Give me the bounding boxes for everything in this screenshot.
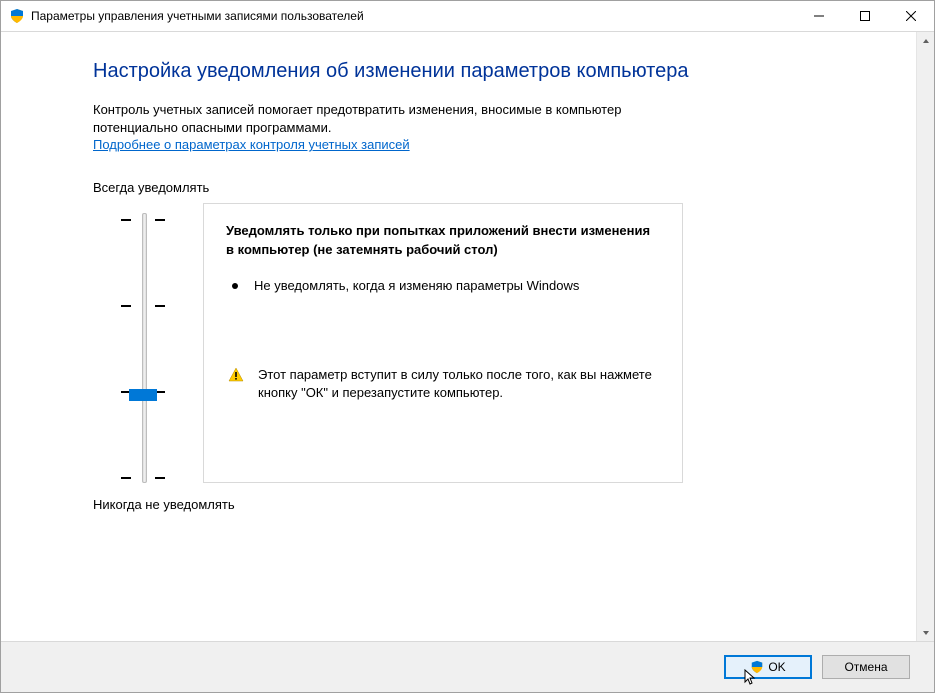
slider-thumb[interactable] <box>129 389 157 401</box>
cancel-button[interactable]: Отмена <box>822 655 910 679</box>
close-button[interactable] <box>888 1 934 31</box>
scroll-down-arrow[interactable] <box>917 624 934 641</box>
intro-text-line1: Контроль учетных записей помогает предот… <box>93 101 876 119</box>
vertical-scrollbar[interactable] <box>916 32 934 641</box>
ok-button-label: OK <box>768 660 785 674</box>
uac-shield-icon <box>9 8 25 24</box>
uac-settings-window: Параметры управления учетными записями п… <box>0 0 935 693</box>
titlebar: Параметры управления учетными записями п… <box>1 1 934 32</box>
scroll-up-arrow[interactable] <box>917 32 934 49</box>
learn-more-link[interactable]: Подробнее о параметрах контроля учетных … <box>93 137 410 152</box>
slider-label-never: Никогда не уведомлять <box>93 497 876 512</box>
maximize-button[interactable] <box>842 1 888 31</box>
level-title: Уведомлять только при попытках приложени… <box>226 222 654 258</box>
cancel-button-label: Отмена <box>844 660 887 674</box>
level-description-panel: Уведомлять только при попытках приложени… <box>203 203 683 483</box>
intro-text-line2: потенциально опасными программами. <box>93 119 876 137</box>
window-title: Параметры управления учетными записями п… <box>31 9 796 23</box>
slider-label-always: Всегда уведомлять <box>93 180 876 195</box>
notification-level-slider[interactable] <box>113 213 173 483</box>
level-bullet-text: Не уведомлять, когда я изменяю параметры… <box>254 277 579 296</box>
uac-shield-icon <box>750 660 764 674</box>
minimize-button[interactable] <box>796 1 842 31</box>
ok-button[interactable]: OK <box>724 655 812 679</box>
dialog-footer: OK Отмена <box>1 641 934 692</box>
page-heading: Настройка уведомления об изменении парам… <box>93 60 876 83</box>
warning-icon <box>228 367 244 386</box>
bullet-icon <box>232 283 238 289</box>
level-warning-text: Этот параметр вступит в силу только посл… <box>258 366 654 404</box>
